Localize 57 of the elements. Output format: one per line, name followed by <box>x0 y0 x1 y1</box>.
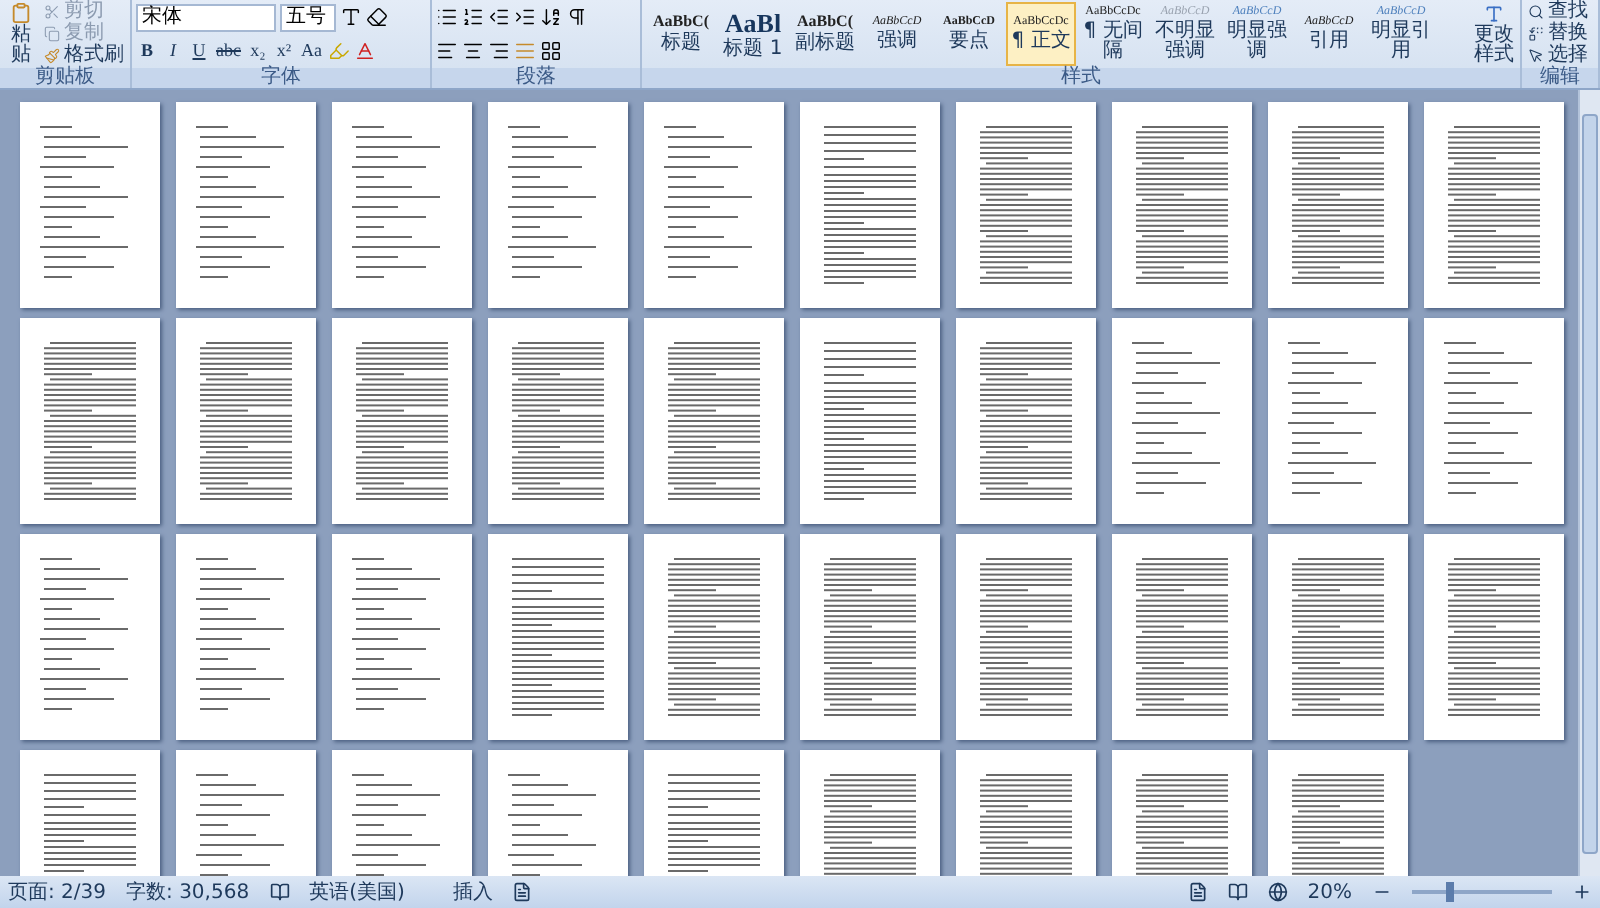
letter-icon <box>1484 3 1504 23</box>
language-label[interactable]: 英语(美国) <box>309 878 405 906</box>
grow-font-icon[interactable] <box>340 6 362 29</box>
outdent-icon[interactable] <box>488 6 510 29</box>
format-button[interactable]: x² <box>273 36 295 65</box>
font-color-icon[interactable] <box>354 39 376 62</box>
scrollbar[interactable] <box>1578 90 1600 876</box>
format-button[interactable]: x₂ <box>247 36 269 65</box>
sort-icon[interactable] <box>540 6 562 29</box>
pointer-icon <box>1528 47 1544 64</box>
zoom-level[interactable]: 20% <box>1307 881 1352 903</box>
format-painter-button[interactable]: 格式刷 <box>42 46 126 66</box>
reading-view-icon[interactable] <box>1227 882 1248 902</box>
replace-icon <box>1528 26 1544 42</box>
zoom-thumb[interactable] <box>1445 882 1454 902</box>
format-button[interactable]: Aa <box>299 36 324 65</box>
indent-icon[interactable] <box>514 6 536 29</box>
align-center-icon[interactable] <box>462 39 484 62</box>
select-button[interactable]: 选择 <box>1526 44 1594 67</box>
borders-icon[interactable] <box>540 39 562 62</box>
style-tile[interactable]: AaBl 标题 1 <box>718 2 788 66</box>
macro-icon[interactable] <box>512 882 533 902</box>
replace-button[interactable]: 替换 <box>1526 23 1594 45</box>
proofing-icon[interactable] <box>269 882 290 902</box>
format-button[interactable]: I <box>162 36 184 65</box>
zoom-in-icon[interactable] <box>1572 882 1592 902</box>
group-title: 剪贴板 <box>0 68 130 88</box>
print-layout-icon[interactable] <box>1187 882 1208 902</box>
format-button[interactable]: U <box>188 36 210 65</box>
format-button[interactable]: abc <box>214 36 243 65</box>
font-name-field[interactable]: 宋体 <box>136 3 276 32</box>
style-tile[interactable]: AaBbC( 标题 <box>646 2 716 66</box>
scrollbar-thumb[interactable] <box>1582 114 1598 854</box>
find-button[interactable]: 查找 <box>1526 2 1594 24</box>
font-size-field[interactable]: 五号 <box>280 3 336 32</box>
group-title: 字体 <box>132 68 430 88</box>
web-layout-icon[interactable] <box>1267 882 1288 902</box>
change-styles-button[interactable]: 更改样式 <box>1472 2 1516 66</box>
paste-button[interactable]: 粘贴 <box>4 2 38 66</box>
copy-icon <box>44 26 60 42</box>
word-count[interactable]: 字数: 30,568 <box>126 878 250 906</box>
group-title: 段落 <box>432 68 640 88</box>
insert-mode-label[interactable]: 插入 <box>452 878 493 906</box>
clear-format-icon[interactable] <box>366 6 388 29</box>
group-title: 样式 <box>642 68 1520 88</box>
scissors-icon <box>44 4 60 20</box>
numbered-list-icon[interactable] <box>462 6 484 29</box>
group-title: 编辑 <box>1522 68 1598 88</box>
clipboard-icon <box>8 2 34 24</box>
paintbrush-icon <box>44 48 60 64</box>
page-count[interactable]: 页面: 2/39 <box>8 878 107 906</box>
pilcrow-icon[interactable] <box>566 6 588 29</box>
style-tile[interactable]: AaBbC( 副标题 <box>790 2 860 66</box>
format-button[interactable]: B <box>136 36 158 65</box>
align-right-icon[interactable] <box>488 39 510 62</box>
search-icon <box>1528 4 1544 21</box>
align-left-icon[interactable] <box>436 39 458 62</box>
